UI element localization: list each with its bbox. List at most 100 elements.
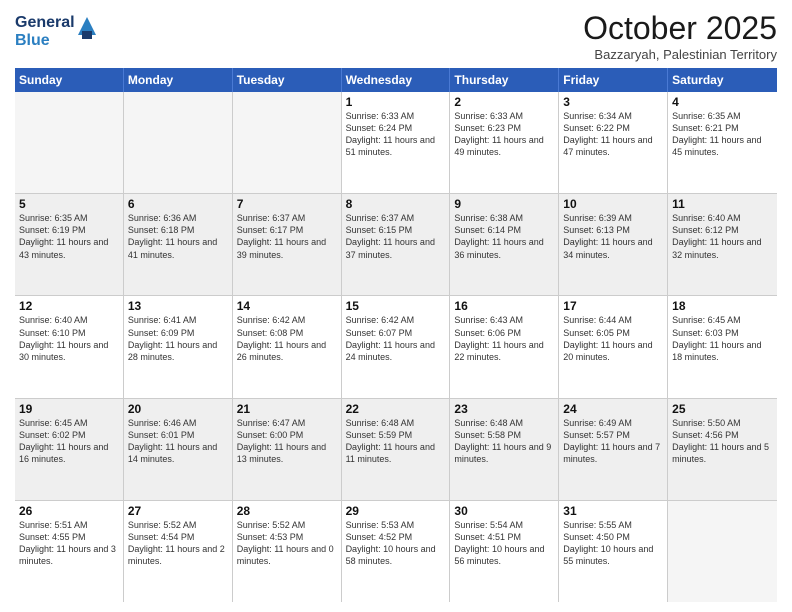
location-subtitle: Bazzaryah, Palestinian Territory	[583, 47, 777, 62]
month-title: October 2025	[583, 10, 777, 47]
cell-info: Sunrise: 5:55 AMSunset: 4:50 PMDaylight:…	[563, 519, 663, 568]
day-number: 27	[128, 504, 228, 518]
calendar-cell: 12Sunrise: 6:40 AMSunset: 6:10 PMDayligh…	[15, 296, 124, 397]
day-number: 15	[346, 299, 446, 313]
calendar-week-1: 1Sunrise: 6:33 AMSunset: 6:24 PMDaylight…	[15, 92, 777, 194]
logo-icon	[78, 17, 96, 39]
day-number: 25	[672, 402, 773, 416]
logo-blue: Blue	[15, 32, 75, 50]
cell-info: Sunrise: 6:35 AMSunset: 6:19 PMDaylight:…	[19, 212, 119, 261]
calendar-week-5: 26Sunrise: 5:51 AMSunset: 4:55 PMDayligh…	[15, 501, 777, 602]
calendar-cell	[15, 92, 124, 193]
calendar-cell: 14Sunrise: 6:42 AMSunset: 6:08 PMDayligh…	[233, 296, 342, 397]
day-number: 2	[454, 95, 554, 109]
cell-info: Sunrise: 6:33 AMSunset: 6:24 PMDaylight:…	[346, 110, 446, 159]
header-thursday: Thursday	[450, 68, 559, 92]
day-number: 6	[128, 197, 228, 211]
calendar-cell: 27Sunrise: 5:52 AMSunset: 4:54 PMDayligh…	[124, 501, 233, 602]
cell-info: Sunrise: 6:48 AMSunset: 5:58 PMDaylight:…	[454, 417, 554, 466]
header-saturday: Saturday	[668, 68, 777, 92]
day-number: 26	[19, 504, 119, 518]
day-number: 31	[563, 504, 663, 518]
calendar-cell: 10Sunrise: 6:39 AMSunset: 6:13 PMDayligh…	[559, 194, 668, 295]
day-number: 17	[563, 299, 663, 313]
header-friday: Friday	[559, 68, 668, 92]
day-number: 21	[237, 402, 337, 416]
day-number: 20	[128, 402, 228, 416]
day-number: 16	[454, 299, 554, 313]
day-number: 5	[19, 197, 119, 211]
calendar-cell: 26Sunrise: 5:51 AMSunset: 4:55 PMDayligh…	[15, 501, 124, 602]
calendar-cell: 8Sunrise: 6:37 AMSunset: 6:15 PMDaylight…	[342, 194, 451, 295]
day-number: 29	[346, 504, 446, 518]
cell-info: Sunrise: 6:38 AMSunset: 6:14 PMDaylight:…	[454, 212, 554, 261]
day-number: 22	[346, 402, 446, 416]
cell-info: Sunrise: 5:52 AMSunset: 4:54 PMDaylight:…	[128, 519, 228, 568]
cell-info: Sunrise: 6:45 AMSunset: 6:03 PMDaylight:…	[672, 314, 773, 363]
header-tuesday: Tuesday	[233, 68, 342, 92]
calendar-week-4: 19Sunrise: 6:45 AMSunset: 6:02 PMDayligh…	[15, 399, 777, 501]
calendar-cell: 17Sunrise: 6:44 AMSunset: 6:05 PMDayligh…	[559, 296, 668, 397]
day-number: 19	[19, 402, 119, 416]
calendar-cell: 23Sunrise: 6:48 AMSunset: 5:58 PMDayligh…	[450, 399, 559, 500]
cell-info: Sunrise: 5:54 AMSunset: 4:51 PMDaylight:…	[454, 519, 554, 568]
day-number: 11	[672, 197, 773, 211]
cell-info: Sunrise: 6:40 AMSunset: 6:12 PMDaylight:…	[672, 212, 773, 261]
calendar-cell: 21Sunrise: 6:47 AMSunset: 6:00 PMDayligh…	[233, 399, 342, 500]
calendar-cell: 25Sunrise: 5:50 AMSunset: 4:56 PMDayligh…	[668, 399, 777, 500]
calendar-cell: 29Sunrise: 5:53 AMSunset: 4:52 PMDayligh…	[342, 501, 451, 602]
cell-info: Sunrise: 6:42 AMSunset: 6:08 PMDaylight:…	[237, 314, 337, 363]
calendar-cell	[233, 92, 342, 193]
page-header: General Blue October 2025 Bazzaryah, Pal…	[15, 10, 777, 62]
day-number: 13	[128, 299, 228, 313]
cell-info: Sunrise: 6:47 AMSunset: 6:00 PMDaylight:…	[237, 417, 337, 466]
cell-info: Sunrise: 6:37 AMSunset: 6:17 PMDaylight:…	[237, 212, 337, 261]
title-area: October 2025 Bazzaryah, Palestinian Terr…	[583, 10, 777, 62]
header-wednesday: Wednesday	[342, 68, 451, 92]
calendar-cell: 3Sunrise: 6:34 AMSunset: 6:22 PMDaylight…	[559, 92, 668, 193]
calendar-cell	[668, 501, 777, 602]
cell-info: Sunrise: 6:41 AMSunset: 6:09 PMDaylight:…	[128, 314, 228, 363]
cell-info: Sunrise: 6:49 AMSunset: 5:57 PMDaylight:…	[563, 417, 663, 466]
logo-general: General	[15, 14, 75, 32]
calendar-cell: 24Sunrise: 6:49 AMSunset: 5:57 PMDayligh…	[559, 399, 668, 500]
header-sunday: Sunday	[15, 68, 124, 92]
calendar-cell: 5Sunrise: 6:35 AMSunset: 6:19 PMDaylight…	[15, 194, 124, 295]
cell-info: Sunrise: 6:35 AMSunset: 6:21 PMDaylight:…	[672, 110, 773, 159]
cell-info: Sunrise: 6:34 AMSunset: 6:22 PMDaylight:…	[563, 110, 663, 159]
cell-info: Sunrise: 6:40 AMSunset: 6:10 PMDaylight:…	[19, 314, 119, 363]
calendar-cell: 9Sunrise: 6:38 AMSunset: 6:14 PMDaylight…	[450, 194, 559, 295]
day-number: 23	[454, 402, 554, 416]
calendar-body: 1Sunrise: 6:33 AMSunset: 6:24 PMDaylight…	[15, 92, 777, 602]
logo: General Blue	[15, 14, 96, 49]
day-number: 7	[237, 197, 337, 211]
calendar-cell: 6Sunrise: 6:36 AMSunset: 6:18 PMDaylight…	[124, 194, 233, 295]
calendar: Sunday Monday Tuesday Wednesday Thursday…	[15, 68, 777, 602]
day-number: 12	[19, 299, 119, 313]
cell-info: Sunrise: 5:51 AMSunset: 4:55 PMDaylight:…	[19, 519, 119, 568]
calendar-cell: 31Sunrise: 5:55 AMSunset: 4:50 PMDayligh…	[559, 501, 668, 602]
cell-info: Sunrise: 6:44 AMSunset: 6:05 PMDaylight:…	[563, 314, 663, 363]
cell-info: Sunrise: 6:37 AMSunset: 6:15 PMDaylight:…	[346, 212, 446, 261]
calendar-cell: 2Sunrise: 6:33 AMSunset: 6:23 PMDaylight…	[450, 92, 559, 193]
cell-info: Sunrise: 6:33 AMSunset: 6:23 PMDaylight:…	[454, 110, 554, 159]
calendar-cell	[124, 92, 233, 193]
day-number: 8	[346, 197, 446, 211]
calendar-cell: 30Sunrise: 5:54 AMSunset: 4:51 PMDayligh…	[450, 501, 559, 602]
calendar-cell: 18Sunrise: 6:45 AMSunset: 6:03 PMDayligh…	[668, 296, 777, 397]
calendar-cell: 1Sunrise: 6:33 AMSunset: 6:24 PMDaylight…	[342, 92, 451, 193]
cell-info: Sunrise: 6:43 AMSunset: 6:06 PMDaylight:…	[454, 314, 554, 363]
cell-info: Sunrise: 6:48 AMSunset: 5:59 PMDaylight:…	[346, 417, 446, 466]
calendar-cell: 7Sunrise: 6:37 AMSunset: 6:17 PMDaylight…	[233, 194, 342, 295]
calendar-cell: 15Sunrise: 6:42 AMSunset: 6:07 PMDayligh…	[342, 296, 451, 397]
cell-info: Sunrise: 6:42 AMSunset: 6:07 PMDaylight:…	[346, 314, 446, 363]
calendar-cell: 19Sunrise: 6:45 AMSunset: 6:02 PMDayligh…	[15, 399, 124, 500]
day-number: 18	[672, 299, 773, 313]
calendar-cell: 13Sunrise: 6:41 AMSunset: 6:09 PMDayligh…	[124, 296, 233, 397]
cell-info: Sunrise: 6:39 AMSunset: 6:13 PMDaylight:…	[563, 212, 663, 261]
calendar-week-2: 5Sunrise: 6:35 AMSunset: 6:19 PMDaylight…	[15, 194, 777, 296]
cell-info: Sunrise: 5:50 AMSunset: 4:56 PMDaylight:…	[672, 417, 773, 466]
cell-info: Sunrise: 6:45 AMSunset: 6:02 PMDaylight:…	[19, 417, 119, 466]
calendar-cell: 20Sunrise: 6:46 AMSunset: 6:01 PMDayligh…	[124, 399, 233, 500]
cell-info: Sunrise: 6:46 AMSunset: 6:01 PMDaylight:…	[128, 417, 228, 466]
